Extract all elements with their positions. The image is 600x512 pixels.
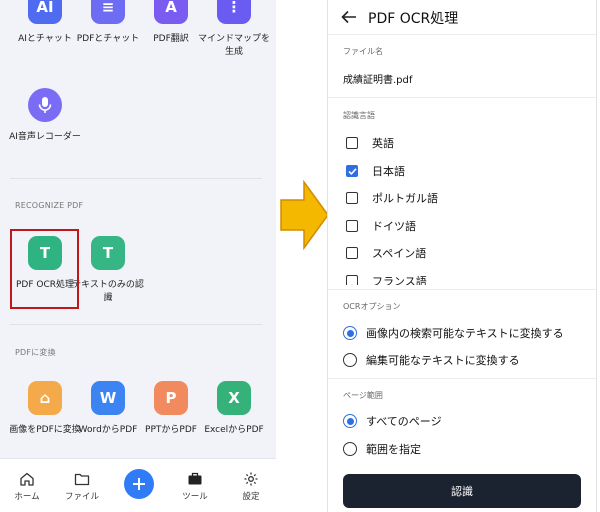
language-option-english[interactable]: 英語	[346, 134, 394, 152]
excel-to-pdf-tile[interactable]: X ExcelからPDF	[201, 381, 267, 437]
checkbox[interactable]	[346, 275, 358, 285]
voice-recorder-tile[interactable]: AI音声レコーダー	[9, 88, 81, 144]
section-divider	[10, 324, 262, 325]
language-option-spanish[interactable]: スペイン語	[346, 244, 426, 262]
ppt-to-pdf-icon: P	[154, 381, 188, 415]
convert-section-title: PDFに変換	[15, 348, 56, 357]
option-label: すべてのページ	[366, 415, 442, 428]
option-label: 編集可能なテキストに変換する	[366, 354, 520, 367]
page-range-label: ページ範囲	[343, 391, 383, 400]
nav-label: ツール	[182, 492, 208, 502]
bottom-navigation: ホーム ファイル ツール 設定	[0, 458, 276, 512]
radio-selected[interactable]	[343, 326, 357, 340]
recognize-button[interactable]: 認識	[343, 474, 581, 508]
range-option-custom[interactable]: 範囲を指定	[343, 440, 421, 458]
folder-icon	[74, 473, 90, 486]
tile-label: AI音声レコーダー	[9, 132, 81, 142]
language-option-portuguese[interactable]: ポルトガル語	[346, 189, 438, 207]
option-label: 画像内の検索可能なテキストに変換する	[366, 327, 564, 340]
radio-selected[interactable]	[343, 414, 357, 428]
nav-label: ファイル	[64, 492, 99, 502]
nav-settings[interactable]: 設定	[226, 471, 276, 502]
divider	[328, 289, 596, 290]
checkbox[interactable]	[346, 247, 358, 259]
divider	[328, 378, 596, 379]
language-list: 英語 日本語 ポルトガル語 ドイツ語 スペイン語 フランス語	[328, 128, 596, 285]
section-divider	[10, 178, 262, 179]
language-label: 認識言語	[343, 111, 375, 120]
gear-icon	[244, 472, 258, 486]
tile-label: ExcelからPDF	[204, 425, 264, 435]
checkbox[interactable]	[346, 137, 358, 149]
nav-label: 設定	[242, 492, 260, 502]
radio[interactable]	[343, 442, 357, 456]
check-icon	[347, 167, 357, 175]
range-option-all[interactable]: すべてのページ	[343, 412, 442, 430]
file-name-value: 成績証明書.pdf	[343, 75, 413, 86]
add-button[interactable]	[124, 469, 154, 499]
language-label-text: フランス語	[372, 275, 427, 285]
checkbox[interactable]	[346, 192, 358, 204]
tile-label: マインドマップを生成	[197, 34, 270, 57]
nav-home[interactable]: ホーム	[2, 471, 52, 502]
page-title: PDF OCR処理	[368, 11, 459, 27]
tile-label: テキストのみの認識	[72, 280, 144, 303]
image-to-pdf-icon: ⌂	[28, 381, 62, 415]
excel-to-pdf-icon: X	[217, 381, 251, 415]
ocr-options-label: OCRオプション	[343, 302, 401, 311]
header: PDF OCR処理	[328, 0, 596, 34]
text-recognition-icon: T	[91, 236, 125, 270]
ocr-option-editable[interactable]: 編集可能なテキストに変換する	[343, 351, 520, 369]
recognize-section-title: RECOGNIZE PDF	[15, 201, 84, 210]
language-option-french[interactable]: フランス語	[346, 272, 427, 285]
back-arrow-icon[interactable]	[340, 8, 358, 26]
divider	[328, 97, 596, 98]
language-option-german[interactable]: ドイツ語	[346, 217, 416, 235]
nav-tools[interactable]: ツール	[170, 471, 220, 502]
language-label-text: ポルトガル語	[372, 192, 438, 205]
language-label-text: スペイン語	[372, 247, 427, 260]
plus-icon	[133, 478, 145, 490]
checkbox-checked[interactable]	[346, 165, 358, 177]
mindmap-tile[interactable]: ⋮ マインドマップを生成	[198, 0, 270, 59]
tools-panel: AI AIとチャット ≡ PDFとチャット A PDF翻訳 ⋮ マインドマップを…	[0, 0, 276, 512]
right-arrow-icon	[280, 180, 329, 250]
voice-recorder-icon	[28, 88, 62, 122]
language-label-text: 英語	[372, 137, 394, 150]
ai-chat-icon: AI	[28, 0, 62, 24]
mindmap-icon: ⋮	[217, 0, 251, 24]
toolbox-icon	[188, 472, 202, 485]
home-icon	[20, 472, 34, 486]
nav-label: ホーム	[14, 492, 40, 502]
ocr-settings-panel: PDF OCR処理 ファイル名 成績証明書.pdf 認識言語 英語 日本語 ポル…	[327, 0, 597, 512]
ocr-option-searchable[interactable]: 画像内の検索可能なテキストに変換する	[343, 324, 564, 342]
highlight-box	[10, 229, 79, 309]
radio[interactable]	[343, 353, 357, 367]
language-option-japanese[interactable]: 日本語	[346, 162, 405, 180]
pdf-translate-icon: A	[154, 0, 188, 24]
word-to-pdf-icon: W	[91, 381, 125, 415]
pdf-chat-icon: ≡	[91, 0, 125, 24]
file-name-label: ファイル名	[343, 47, 383, 56]
language-label-text: 日本語	[372, 165, 405, 178]
checkbox[interactable]	[346, 220, 358, 232]
divider	[328, 34, 596, 35]
text-recognition-tile[interactable]: T テキストのみの認識	[72, 236, 144, 305]
option-label: 範囲を指定	[366, 443, 421, 456]
nav-files[interactable]: ファイル	[57, 471, 107, 502]
language-label-text: ドイツ語	[372, 220, 416, 233]
